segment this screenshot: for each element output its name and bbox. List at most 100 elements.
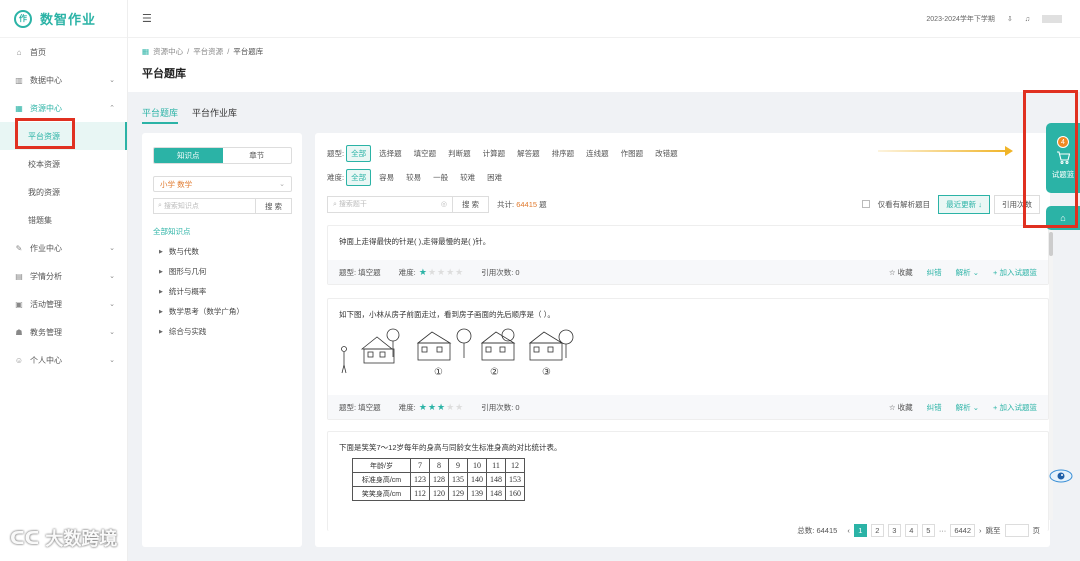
home-icon: ⌂	[16, 47, 22, 57]
only-analysis-checkbox[interactable]	[861, 200, 870, 208]
table-cell: 148	[486, 472, 506, 487]
sidebar-item-home[interactable]: ⌂ 首页	[0, 38, 127, 66]
tree-node[interactable]: ▶ 数学思考（数学广角）	[153, 306, 291, 317]
page-button[interactable]: 6442	[950, 524, 975, 537]
caret-right-icon[interactable]: ▶	[159, 289, 163, 295]
sidebar-item-homework-center[interactable]: ✎ 作业中心 ⌄	[0, 234, 127, 262]
caret-right-icon[interactable]: ▶	[159, 269, 163, 275]
difficulty-chip[interactable]: 困难	[483, 170, 506, 185]
question-panel: 题型: 全部 选择题 填空题 判断题 计算题 解答题 排序题 连线题 作图题 改…	[315, 133, 1050, 547]
type-chip[interactable]: 解答题	[513, 146, 544, 161]
tab-platform-homework[interactable]: 平台作业库	[192, 106, 237, 124]
question-card[interactable]: 下面是笑笑7～12岁每年的身高与同龄女生标准身高的对比统计表。 年龄/岁 7 8…	[327, 431, 1049, 531]
tree-node[interactable]: ▶ 统计与概率	[153, 286, 291, 297]
caret-right-icon[interactable]: ▶	[159, 249, 163, 255]
type-chip[interactable]: 填空题	[410, 146, 441, 161]
caret-right-icon[interactable]: ▶	[159, 329, 163, 335]
page-button[interactable]: 3	[887, 524, 901, 537]
logo[interactable]: 作 数智作业	[0, 0, 127, 38]
collect-button[interactable]: ☆ 收藏	[889, 402, 913, 413]
breadcrumb-item[interactable]: 资源中心	[153, 46, 183, 57]
question-actions: ☆ 收藏 纠错 解析 ⌄ + 加入试题篮	[889, 267, 1037, 278]
tab-platform-bank[interactable]: 平台题库	[142, 106, 179, 124]
breadcrumb-item[interactable]: 平台资源	[193, 46, 223, 57]
question-search-row: ⌕ 搜索题干 ◎ 搜 索 共计: 64415 题 仅看有解析题目 最近更新 ↓ …	[327, 194, 1040, 214]
type-chip[interactable]: 判断题	[444, 146, 475, 161]
difficulty-chip[interactable]: 全部	[346, 169, 372, 186]
seg-knowledge[interactable]: 知识点	[154, 148, 223, 163]
difficulty-chip[interactable]: 容易	[375, 170, 398, 185]
type-chip[interactable]: 连线题	[582, 146, 613, 161]
prev-page-icon[interactable]: ‹	[847, 526, 850, 535]
page-button[interactable]: 2	[870, 524, 884, 537]
question-type: 题型: 填空题	[339, 402, 381, 412]
page-ellipsis[interactable]: ···	[939, 526, 947, 535]
grade-subject-select[interactable]: 小学 数学 ⌄	[153, 176, 292, 192]
type-chip[interactable]: 选择题	[375, 146, 406, 161]
sidebar-subitem-wrong-set[interactable]: 错题集	[0, 206, 127, 234]
bell-icon[interactable]: ♫	[1025, 16, 1030, 23]
caret-right-icon[interactable]: ▶	[159, 309, 163, 315]
tree-all-knowledge[interactable]: 全部知识点	[153, 226, 291, 237]
sidebar-item-label: 作业中心	[30, 243, 62, 253]
star-icon: ★	[455, 266, 464, 277]
difficulty-label: 难度:	[398, 267, 416, 277]
collect-button[interactable]: ☆ 收藏	[889, 267, 913, 278]
correct-button[interactable]: 纠错	[927, 267, 942, 278]
term-selector[interactable]: 2023-2024学年下学期	[926, 14, 994, 24]
menu-collapse-icon[interactable]: ☰	[142, 12, 152, 25]
sidebar-subitem-school-resource[interactable]: 校本资源	[0, 150, 127, 178]
camera-icon[interactable]: ◎	[441, 200, 447, 208]
sidebar-subitem-my-resource[interactable]: 我的资源	[0, 178, 127, 206]
download-icon[interactable]: ⇩	[1007, 15, 1013, 23]
sidebar-item-activity[interactable]: ▣ 活动管理 ⌄	[0, 290, 127, 318]
type-chip[interactable]: 改错题	[651, 146, 682, 161]
tree-search-input[interactable]: ⌕ 搜索知识点	[153, 198, 256, 214]
sidebar-subitem-label: 校本资源	[28, 159, 60, 169]
sidebar-item-academic[interactable]: ☗ 教务管理 ⌄	[0, 318, 127, 346]
assistant-icon[interactable]	[1049, 466, 1073, 486]
tree-node-label: 图形与几何	[168, 267, 207, 276]
seg-chapter[interactable]: 章节	[223, 148, 292, 163]
sort-recent-button[interactable]: 最近更新 ↓	[938, 194, 990, 214]
type-chip[interactable]: 全部	[346, 145, 372, 162]
difficulty-chip[interactable]: 一般	[429, 170, 452, 185]
total-suffix: 题	[539, 199, 547, 209]
page-button[interactable]: 4	[904, 524, 918, 537]
sidebar-item-analysis[interactable]: ▤ 学情分析 ⌄	[0, 262, 127, 290]
table-row: 标准身高/cm 123 128 135 140 148 153	[352, 472, 525, 487]
type-chip[interactable]: 作图题	[617, 146, 648, 161]
page-button[interactable]: 5	[921, 524, 935, 537]
difficulty-chip[interactable]: 较难	[456, 170, 479, 185]
calendar-icon: ▣	[15, 299, 23, 309]
analysis-button[interactable]: 解析 ⌄	[956, 402, 979, 413]
analysis-button[interactable]: 解析 ⌄	[956, 267, 979, 278]
tree-node[interactable]: ▶ 图形与几何	[153, 266, 291, 277]
annotation-arrow	[878, 150, 1008, 152]
tree-search-button[interactable]: 搜 索	[256, 198, 292, 214]
difficulty-chip[interactable]: 较易	[402, 170, 425, 185]
question-search-button[interactable]: 搜 索	[453, 195, 489, 213]
avatar[interactable]	[1042, 15, 1062, 23]
total-prefix: 共计:	[497, 199, 515, 209]
type-chip[interactable]: 计算题	[479, 146, 510, 161]
jump-page-input[interactable]	[1004, 524, 1029, 537]
sidebar-item-label: 教务管理	[30, 327, 62, 337]
correct-button[interactable]: 纠错	[927, 402, 942, 413]
question-card[interactable]: 钟面上走得最快的针是( ),走得最慢的是( )针。 题型: 填空题 难度: ★ ★…	[327, 225, 1049, 285]
add-to-basket-button[interactable]: + 加入试题篮	[993, 402, 1037, 413]
tree-node[interactable]: ▶ 数与代数	[153, 246, 291, 257]
scrollbar-thumb[interactable]	[1049, 232, 1053, 256]
add-to-basket-button[interactable]: + 加入试题篮	[993, 267, 1037, 278]
table-cell: 12	[505, 458, 525, 473]
table-cell: 140	[467, 472, 487, 487]
question-search-input[interactable]: ⌕ 搜索题干 ◎	[327, 195, 453, 213]
sidebar-item-personal[interactable]: ☺ 个人中心 ⌄	[0, 346, 127, 374]
only-analysis-label[interactable]: 仅看有解析题目	[878, 199, 931, 210]
page-button[interactable]: 1	[853, 524, 867, 537]
sidebar-item-data-center[interactable]: ▥ 数据中心 ⌄	[0, 66, 127, 94]
tree-node[interactable]: ▶ 综合与实践	[153, 326, 291, 337]
question-card[interactable]: 如下图，小林从房子前面走过，看到房子画面的先后顺序是（ ）。 ① ② ③ 题型:…	[327, 298, 1049, 420]
type-chip[interactable]: 排序题	[548, 146, 579, 161]
next-page-icon[interactable]: ›	[979, 526, 982, 535]
